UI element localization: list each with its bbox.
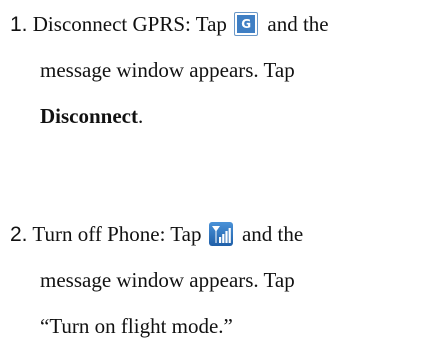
step-2-text-line-2: message window appears. Tap xyxy=(40,268,295,292)
step-2-text-end: and the xyxy=(241,222,304,246)
step-2-line-1: 2. Turn off Phone: Tap and the xyxy=(10,222,303,248)
step-1-text-start: Disconnect GPRS: Tap xyxy=(32,12,227,36)
step-1-number: 1. xyxy=(10,13,28,36)
signal-strength-icon xyxy=(208,222,233,247)
step-1-text-line-2: message window appears. Tap xyxy=(40,58,295,82)
step-1-line-2: message window appears. Tap xyxy=(40,58,295,82)
disconnect-label: Disconnect xyxy=(40,104,138,128)
step-1-text-end: and the xyxy=(267,12,329,36)
step-2-line-2: message window appears. Tap xyxy=(40,268,295,292)
step-1-line-1: 1. Disconnect GPRS: Tap G and the xyxy=(10,12,329,38)
step-1-line-3: Disconnect. xyxy=(40,104,143,128)
step-2-number: 2. xyxy=(10,223,28,246)
flight-mode-label: “Turn on flight mode.” xyxy=(40,314,233,338)
step-2-line-3: “Turn on flight mode.” xyxy=(40,314,233,338)
gprs-g-icon: G xyxy=(234,12,259,37)
step-2-text-start: Turn off Phone: Tap xyxy=(32,222,202,246)
step-1-period: . xyxy=(138,104,144,128)
